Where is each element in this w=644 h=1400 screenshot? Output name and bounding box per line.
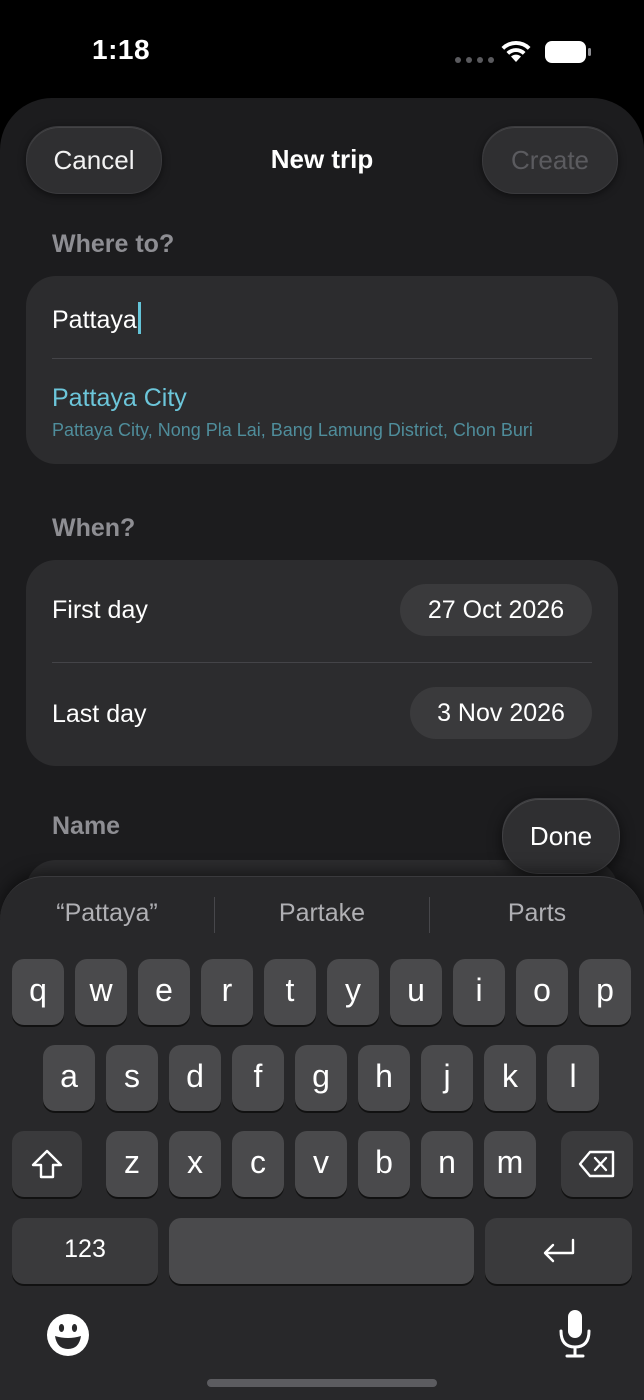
key-label: 123	[64, 1234, 106, 1263]
key-u[interactable]: u	[390, 959, 442, 1025]
microphone-icon[interactable]	[558, 1309, 592, 1359]
battery-icon	[545, 41, 591, 63]
key-a[interactable]: a	[43, 1045, 95, 1111]
keyboard: “Pattaya” Partake Parts q w e r t y u i …	[0, 876, 644, 1400]
key-c[interactable]: c	[232, 1131, 284, 1197]
first-day-label: First day	[52, 596, 148, 624]
key-label: k	[502, 1057, 518, 1094]
name-section-label: Name	[52, 812, 121, 840]
key-label: i	[475, 971, 483, 1008]
destination-input-value: Pattaya	[52, 306, 137, 334]
key-i[interactable]: i	[453, 959, 505, 1025]
return-key[interactable]	[485, 1218, 632, 1284]
emoji-icon[interactable]	[46, 1313, 90, 1357]
text-cursor	[137, 302, 141, 334]
key-r[interactable]: r	[201, 959, 253, 1025]
key-label: m	[496, 1143, 524, 1180]
key-label: n	[438, 1143, 456, 1180]
key-k[interactable]: k	[484, 1045, 536, 1111]
create-button[interactable]: Create	[482, 126, 618, 194]
shift-icon	[31, 1149, 63, 1179]
key-z[interactable]: z	[106, 1131, 158, 1197]
first-day-date-picker[interactable]: 27 Oct 2026	[400, 584, 592, 636]
key-label: o	[533, 971, 551, 1008]
key-e[interactable]: e	[138, 959, 190, 1025]
key-v[interactable]: v	[295, 1131, 347, 1197]
key-y[interactable]: y	[327, 959, 379, 1025]
key-s[interactable]: s	[106, 1045, 158, 1111]
return-icon	[543, 1238, 574, 1263]
key-label: d	[186, 1057, 204, 1094]
key-label: b	[375, 1143, 393, 1180]
key-p[interactable]: p	[579, 959, 631, 1025]
key-l[interactable]: l	[547, 1045, 599, 1111]
key-label: j	[443, 1057, 451, 1094]
key-label: z	[124, 1143, 140, 1180]
last-day-date-picker[interactable]: 3 Nov 2026	[410, 687, 592, 739]
screen: 1:18 Cancel New trip Create Where to? Pa…	[0, 0, 644, 1400]
key-q[interactable]: q	[12, 959, 64, 1025]
key-label: e	[155, 971, 173, 1008]
key-m[interactable]: m	[484, 1131, 536, 1197]
key-label: f	[253, 1057, 263, 1094]
key-label: s	[124, 1057, 140, 1094]
key-label: h	[375, 1057, 393, 1094]
key-label: a	[60, 1057, 78, 1094]
shift-key[interactable]	[12, 1131, 82, 1197]
wifi-icon	[501, 40, 531, 62]
key-label: t	[285, 971, 295, 1008]
key-label: q	[29, 971, 47, 1008]
key-o[interactable]: o	[516, 959, 568, 1025]
where-section-label: Where to?	[52, 230, 175, 258]
cellular-signal-icon	[455, 57, 494, 63]
status-time: 1:18	[92, 34, 151, 65]
where-card: Pattaya Pattaya City Pattaya City, Nong …	[26, 276, 618, 464]
key-label: v	[313, 1143, 329, 1180]
key-label: r	[221, 971, 233, 1008]
key-label: y	[345, 971, 361, 1008]
key-label: l	[569, 1057, 577, 1094]
last-day-label: Last day	[52, 700, 147, 728]
key-n[interactable]: n	[421, 1131, 473, 1197]
keyboard-suggestion-bar: “Pattaya” Partake Parts	[0, 895, 644, 935]
when-section-label: When?	[52, 514, 136, 542]
key-b[interactable]: b	[358, 1131, 410, 1197]
delete-icon	[578, 1150, 615, 1178]
key-w[interactable]: w	[75, 959, 127, 1025]
key-d[interactable]: d	[169, 1045, 221, 1111]
status-bar: 1:18	[0, 0, 644, 96]
key-j[interactable]: j	[421, 1045, 473, 1111]
suggestion-subtitle: Pattaya City, Nong Pla Lai, Bang Lamung …	[52, 420, 533, 440]
key-label: u	[407, 971, 425, 1008]
space-key[interactable]	[169, 1218, 474, 1284]
key-label: p	[596, 971, 614, 1008]
key-g[interactable]: g	[295, 1045, 347, 1111]
divider	[52, 662, 592, 663]
when-card: First day 27 Oct 2026 Last day 3 Nov 202…	[26, 560, 618, 766]
done-button[interactable]: Done	[502, 798, 620, 874]
key-label: w	[89, 971, 113, 1008]
home-indicator[interactable]	[207, 1379, 437, 1387]
keyboard-suggestion[interactable]: “Pattaya”	[0, 899, 214, 928]
key-t[interactable]: t	[264, 959, 316, 1025]
keyboard-suggestion[interactable]: Parts	[430, 899, 644, 928]
key-h[interactable]: h	[358, 1045, 410, 1111]
suggestion-title: Pattaya City	[52, 384, 187, 412]
key-x[interactable]: x	[169, 1131, 221, 1197]
divider	[52, 358, 592, 359]
delete-key[interactable]	[561, 1131, 633, 1197]
key-f[interactable]: f	[232, 1045, 284, 1111]
destination-input[interactable]: Pattaya	[52, 302, 141, 335]
key-label: c	[250, 1143, 266, 1180]
key-label: x	[187, 1143, 203, 1180]
keyboard-suggestion[interactable]: Partake	[215, 899, 429, 928]
numbers-key[interactable]: 123	[12, 1218, 158, 1284]
key-label: g	[312, 1057, 330, 1094]
